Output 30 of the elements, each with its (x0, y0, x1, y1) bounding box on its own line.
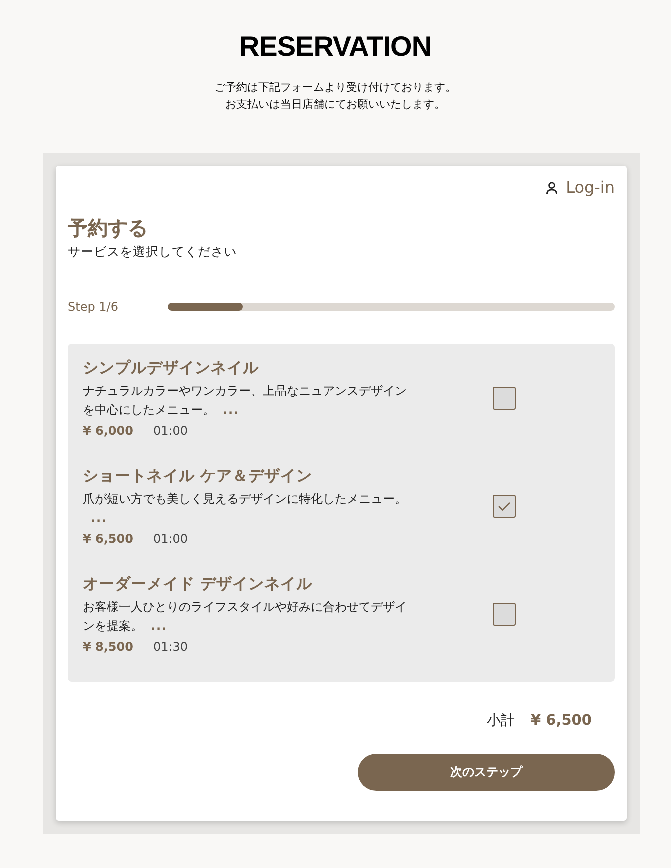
service-duration: 01:00 (153, 531, 188, 548)
notice-text: ご予約は下記フォームより受け付けております。 (214, 80, 456, 96)
service-checkbox[interactable] (493, 495, 516, 518)
instruction-text: サービスを選択してください (68, 243, 238, 261)
service-price: ¥ 6,500 (83, 531, 134, 548)
more-link[interactable]: ... (91, 509, 108, 528)
more-link[interactable]: ... (223, 401, 240, 420)
notice-text: お支払いは当日店舗にてお願いいたします。 (226, 97, 446, 113)
service-description: ナチュラルカラーやワンカラー、上品なニュアンスデザインを中心にしたメニュー。 ... (83, 382, 413, 420)
service-description: 爪が短い方でも美しく見えるデザインに特化したメニュー。 ... (83, 490, 413, 528)
section-heading: 予約する (68, 215, 149, 241)
page-title: RESERVATION (238, 32, 433, 62)
service-price: ¥ 6,000 (83, 423, 134, 440)
subtotal-amount: ¥ 6,500 (530, 713, 592, 729)
service-duration: 01:00 (153, 423, 188, 440)
service-checkbox[interactable] (493, 603, 516, 626)
service-description: お客様一人ひとりのライフスタイルや好みに合わせてデザインを提案。 ... (83, 598, 413, 636)
service-duration: 01:30 (153, 639, 188, 656)
user-icon (546, 182, 558, 194)
check-icon (498, 502, 511, 511)
next-step-button[interactable]: 次のステップ (358, 754, 615, 791)
service-name: ショートネイル ケア＆デザイン (83, 466, 314, 487)
subtotal-label: 小計 (486, 712, 515, 730)
login-link[interactable]: Log-in (546, 177, 615, 199)
step-label: Step 1/6 (68, 299, 120, 316)
service-name: オーダーメイド デザインネイル (83, 574, 314, 595)
service-checkbox[interactable] (493, 387, 516, 410)
service-price: ¥ 8,500 (83, 639, 134, 656)
service-name: シンプルデザインネイル (83, 358, 260, 379)
more-link[interactable]: ... (151, 617, 168, 636)
